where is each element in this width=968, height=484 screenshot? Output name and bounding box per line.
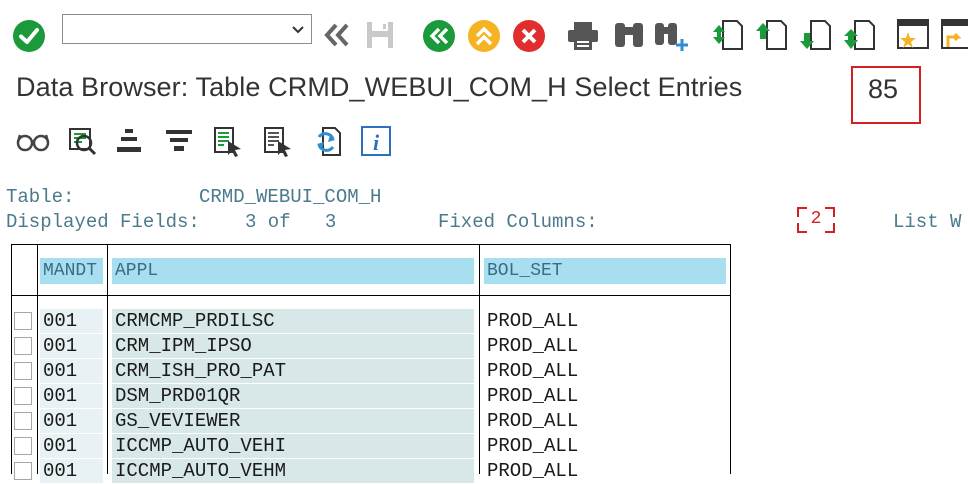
check-table-icon[interactable]: [66, 125, 98, 162]
fixed-columns-value: 2: [810, 209, 822, 229]
details-icon[interactable]: [262, 125, 294, 164]
next-page-icon[interactable]: [798, 17, 832, 58]
glasses-icon[interactable]: [16, 125, 50, 162]
enter-check-icon[interactable]: [12, 19, 46, 58]
row-select-checkbox[interactable]: [14, 412, 32, 430]
column-header-mandt[interactable]: MANDT: [40, 258, 103, 284]
double-chevron-left-icon[interactable]: [321, 20, 351, 55]
cancel-icon[interactable]: [512, 19, 546, 58]
cell-mandt: 001: [40, 459, 103, 483]
column-header-appl[interactable]: APPL: [112, 258, 474, 284]
previous-page-icon[interactable]: [754, 17, 788, 58]
select-layout-icon[interactable]: [212, 125, 244, 164]
table-name: CRMD_WEBUI_COM_H: [199, 186, 382, 208]
system-toolbar: [0, 0, 968, 70]
row-select-checkbox[interactable]: [14, 362, 32, 380]
row-select-checkbox[interactable]: [14, 387, 32, 405]
cell-bol-set: PROD_ALL: [484, 459, 726, 483]
cell-bol-set: PROD_ALL: [484, 309, 726, 333]
cell-appl: CRM_IPM_IPSO: [112, 334, 474, 358]
displayed-fields-value: 3 of 3: [245, 211, 337, 233]
row-select-checkbox[interactable]: [14, 462, 32, 480]
cell-bol-set: PROD_ALL: [484, 359, 726, 383]
cell-bol-set: PROD_ALL: [484, 334, 726, 358]
cell-bol-set: PROD_ALL: [484, 409, 726, 433]
command-input[interactable]: [63, 15, 295, 43]
table-row[interactable]: 001 GS_VEVIEWER PROD_ALL: [0, 409, 968, 434]
info-icon[interactable]: i: [360, 125, 392, 162]
cell-appl: GS_VEVIEWER: [112, 409, 474, 433]
cell-appl: ICCMP_AUTO_VEHM: [112, 459, 474, 483]
refresh-icon[interactable]: [311, 125, 343, 164]
table-row[interactable]: 001 ICCMP_AUTO_VEHI PROD_ALL: [0, 434, 968, 459]
print-icon[interactable]: [566, 20, 600, 57]
first-page-icon[interactable]: [710, 17, 744, 58]
cell-appl: DSM_PRD01QR: [112, 384, 474, 408]
svg-text:i: i: [373, 130, 380, 155]
create-session-icon[interactable]: [896, 17, 932, 58]
exit-icon[interactable]: [467, 19, 501, 58]
center-align-icon[interactable]: [113, 125, 145, 162]
cell-mandt: 001: [40, 334, 103, 358]
cell-mandt: 001: [40, 384, 103, 408]
cell-appl: ICCMP_AUTO_VEHI: [112, 434, 474, 458]
row-select-checkbox[interactable]: [14, 312, 32, 330]
table-row[interactable]: 001 DSM_PRD01QR PROD_ALL: [0, 384, 968, 409]
table-label: Table:: [6, 186, 75, 208]
cell-mandt: 001: [40, 434, 103, 458]
shortcut-icon[interactable]: [940, 17, 968, 58]
cell-bol-set: PROD_ALL: [484, 384, 726, 408]
fixed-columns-label: Fixed Columns:: [438, 211, 598, 233]
filter-icon[interactable]: [163, 125, 195, 162]
table-row[interactable]: 001 ICCMP_AUTO_VEHM PROD_ALL: [0, 459, 968, 484]
find-icon[interactable]: [612, 19, 646, 56]
table-row[interactable]: 001 CRM_IPM_IPSO PROD_ALL: [0, 334, 968, 359]
grid-header-border: [11, 295, 731, 296]
cell-mandt: 001: [40, 309, 103, 333]
list-width-label: List W: [893, 211, 962, 233]
command-field[interactable]: [62, 14, 312, 44]
row-select-checkbox[interactable]: [14, 437, 32, 455]
page-title: Data Browser: Table CRMD_WEBUI_COM_H Sel…: [16, 72, 743, 102]
cell-mandt: 001: [40, 409, 103, 433]
chevron-down-icon[interactable]: [291, 22, 305, 36]
back-icon[interactable]: [422, 19, 456, 58]
entry-count: 85: [868, 74, 899, 104]
fixed-columns-input[interactable]: 2: [797, 207, 835, 233]
cell-mandt: 001: [40, 359, 103, 383]
displayed-fields-label: Displayed Fields:: [6, 211, 200, 233]
table-row[interactable]: 001 CRM_ISH_PRO_PAT PROD_ALL: [0, 359, 968, 384]
find-next-icon[interactable]: [652, 19, 690, 58]
column-header-bol-set[interactable]: BOL_SET: [484, 258, 726, 284]
cell-bol-set: PROD_ALL: [484, 434, 726, 458]
grid-top-border: [11, 244, 731, 245]
save-icon[interactable]: [364, 19, 396, 56]
table-row[interactable]: 001 CRMCMP_PRDILSC PROD_ALL: [0, 309, 968, 334]
cell-appl: CRMCMP_PRDILSC: [112, 309, 474, 333]
row-select-checkbox[interactable]: [14, 337, 32, 355]
last-page-icon[interactable]: [842, 17, 876, 58]
cell-appl: CRM_ISH_PRO_PAT: [112, 359, 474, 383]
